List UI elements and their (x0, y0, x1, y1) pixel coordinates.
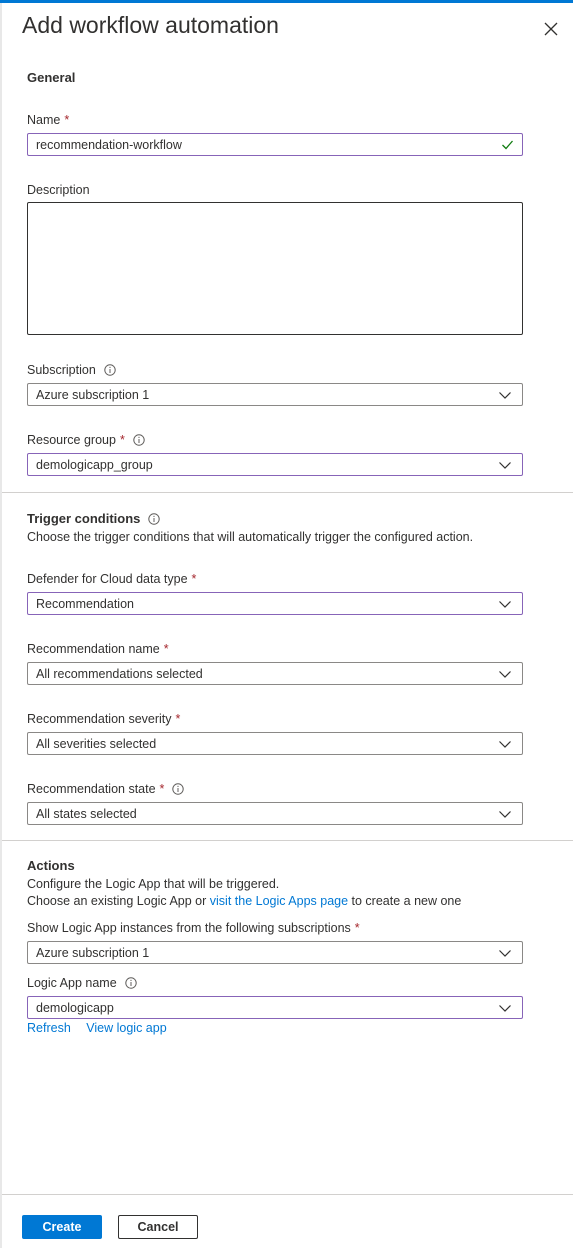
recommendation-name-value: All recommendations selected (36, 666, 203, 681)
required-marker: * (354, 921, 360, 935)
chevron-down-icon (499, 600, 511, 608)
refresh-link[interactable]: Refresh (27, 1021, 71, 1035)
name-input[interactable]: recommendation-workflow (27, 133, 523, 156)
name-input-value: recommendation-workflow (36, 137, 182, 152)
description-textarea[interactable] (27, 202, 523, 335)
resource-group-label: Resource group * (27, 433, 145, 447)
recommendation-state-value: All states selected (36, 806, 137, 821)
required-marker: * (119, 433, 125, 447)
trigger-description: Choose the trigger conditions that will … (27, 530, 474, 544)
section-divider (2, 492, 573, 493)
panel-title: Add workflow automation (22, 12, 279, 38)
chevron-down-icon (499, 391, 511, 399)
section-divider (2, 840, 573, 841)
checkmark-icon (502, 140, 513, 150)
logic-app-name-dropdown[interactable]: demologicapp (27, 996, 523, 1019)
required-marker: * (64, 113, 70, 127)
recommendation-state-label: Recommendation state * (27, 782, 185, 796)
top-accent-bar (0, 0, 573, 3)
actions-description-line2: Choose an existing Logic App or visit th… (27, 894, 462, 908)
data-type-value: Recommendation (36, 596, 134, 611)
logic-app-subscriptions-value: Azure subscription 1 (36, 945, 150, 960)
info-icon[interactable] (124, 977, 137, 989)
chevron-down-icon (499, 949, 511, 957)
cancel-button[interactable]: Cancel (118, 1215, 198, 1239)
logic-app-links: Refresh View logic app (27, 1021, 167, 1035)
chevron-down-icon (499, 810, 511, 818)
recommendation-severity-label: Recommendation severity * (27, 712, 181, 726)
create-button[interactable]: Create (22, 1215, 102, 1239)
info-icon[interactable] (172, 783, 185, 795)
info-icon[interactable] (104, 364, 116, 376)
chevron-down-icon (499, 461, 511, 469)
trigger-heading: Trigger conditions (27, 511, 161, 526)
data-type-label: Defender for Cloud data type * (27, 572, 197, 586)
actions-heading: Actions (27, 858, 75, 873)
required-marker: * (163, 642, 169, 656)
footer-divider (2, 1194, 573, 1195)
subscription-dropdown[interactable]: Azure subscription 1 (27, 383, 523, 406)
logic-app-subscriptions-label: Show Logic App instances from the follow… (27, 921, 360, 935)
logic-apps-page-link[interactable]: visit the Logic Apps page (210, 894, 348, 908)
actions-description-line1: Configure the Logic App that will be tri… (27, 877, 280, 891)
view-logic-app-link[interactable]: View logic app (86, 1021, 166, 1035)
required-marker: * (191, 572, 197, 586)
required-marker: * (159, 782, 165, 796)
general-heading: General (27, 70, 76, 85)
close-icon[interactable] (540, 18, 562, 40)
subscription-label: Subscription (27, 363, 116, 377)
resource-group-value: demologicapp_group (36, 457, 153, 472)
recommendation-name-label: Recommendation name * (27, 642, 169, 656)
resource-group-dropdown[interactable]: demologicapp_group (27, 453, 523, 476)
chevron-down-icon (499, 1004, 511, 1012)
chevron-down-icon (499, 670, 511, 678)
logic-app-subscriptions-dropdown[interactable]: Azure subscription 1 (27, 941, 523, 964)
recommendation-state-dropdown[interactable]: All states selected (27, 802, 523, 825)
data-type-dropdown[interactable]: Recommendation (27, 592, 523, 615)
name-label: Name * (27, 113, 70, 127)
logic-app-name-label: Logic App name (27, 976, 137, 990)
required-marker: * (175, 712, 181, 726)
info-icon[interactable] (133, 434, 145, 446)
panel-left-edge (0, 3, 2, 1248)
subscription-value: Azure subscription 1 (36, 387, 150, 402)
info-icon[interactable] (148, 512, 161, 525)
logic-app-name-value: demologicapp (36, 1000, 114, 1015)
recommendation-severity-dropdown[interactable]: All severities selected (27, 732, 523, 755)
recommendation-severity-value: All severities selected (36, 736, 157, 751)
chevron-down-icon (499, 740, 511, 748)
description-label: Description (27, 183, 90, 197)
recommendation-name-dropdown[interactable]: All recommendations selected (27, 662, 523, 685)
